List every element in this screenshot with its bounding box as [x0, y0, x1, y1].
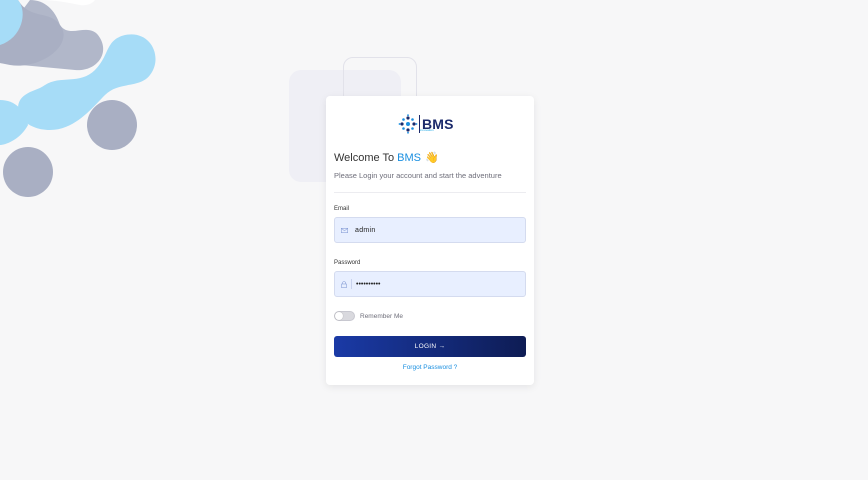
remember-me-toggle[interactable] — [334, 311, 355, 321]
password-label: Password — [334, 260, 361, 266]
password-icon-separator — [351, 279, 352, 289]
login-button[interactable]: LOGIN → — [334, 336, 526, 357]
logo-mark-icon — [398, 114, 418, 134]
email-label: Email — [334, 206, 350, 212]
password-value[interactable]: •••••••••• — [356, 281, 381, 288]
forgot-password-link[interactable]: Forgot Password ? — [326, 364, 534, 371]
decorative-blobs — [0, 0, 156, 197]
remember-me-label[interactable]: Remember Me — [360, 313, 403, 320]
welcome-brand: BMS — [397, 151, 421, 164]
email-field[interactable]: admin — [334, 217, 526, 243]
remember-me-row: Remember Me — [334, 311, 403, 321]
lock-icon — [337, 280, 351, 288]
email-value[interactable]: admin — [355, 227, 376, 234]
bms-logo: BMS innovation — [398, 114, 454, 134]
wave-icon: 👋 — [424, 152, 439, 164]
divider — [334, 192, 526, 193]
login-subtitle: Please Login your account and start the … — [334, 171, 502, 180]
welcome-heading: Welcome To BMS 👋 — [334, 151, 439, 165]
welcome-prefix: Welcome To — [334, 151, 395, 164]
mail-icon — [337, 227, 351, 233]
logo-tagline: innovation — [420, 128, 434, 132]
login-card: BMS innovation Welcome To BMS 👋 Please L… — [326, 96, 534, 385]
toggle-knob — [335, 312, 343, 320]
password-field[interactable]: •••••••••• — [334, 271, 526, 297]
